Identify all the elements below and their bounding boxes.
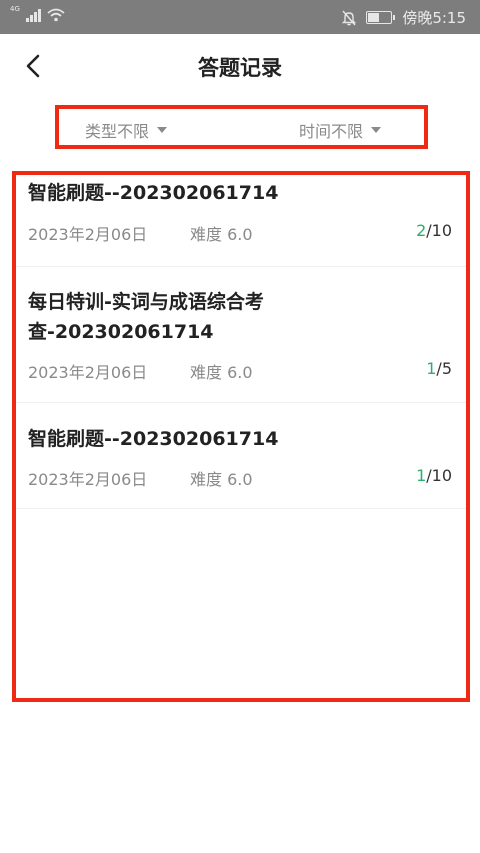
page-title: 答题记录 (198, 56, 282, 80)
record-date: 2023年2月06日 (28, 363, 148, 382)
list-item[interactable]: 智能刷题--202302061714 2023年2月06日 难度 6.0 1/1… (16, 403, 466, 509)
header: 答题记录 (0, 34, 480, 98)
record-title: 智能刷题--202302061714 (28, 424, 446, 454)
record-meta: 2023年2月06日 难度 6.0 1/5 (28, 359, 452, 383)
total-count: /10 (426, 221, 452, 240)
record-title-line: 每日特训-实词与成语综合考 (28, 291, 264, 313)
record-title-line: 查-202302061714 (28, 321, 214, 343)
record-score: 1/10 (416, 466, 452, 485)
record-date: 2023年2月06日 (28, 470, 148, 489)
battery-icon (366, 11, 396, 24)
record-title: 每日特训-实词与成语综合考 查-202302061714 (28, 287, 446, 347)
record-difficulty: 难度 6.0 (190, 470, 253, 489)
wifi-icon (47, 8, 65, 22)
type-filter-label: 类型不限 (85, 122, 150, 141)
correct-count: 2 (416, 221, 427, 240)
filter-bar: 类型不限 时间不限 (55, 105, 428, 149)
record-title: 智能刷题--202302061714 (28, 178, 446, 208)
total-count: /5 (436, 359, 452, 378)
caret-down-icon (157, 127, 168, 133)
network-type: 4G (10, 5, 20, 13)
list-item[interactable]: 每日特训-实词与成语综合考 查-202302061714 2023年2月06日 … (16, 267, 466, 403)
record-date: 2023年2月06日 (28, 225, 148, 244)
record-list: 智能刷题--202302061714 2023年2月06日 难度 6.0 2/1… (12, 171, 470, 702)
record-meta: 2023年2月06日 难度 6.0 1/10 (28, 466, 452, 490)
signal-icon (25, 8, 41, 22)
total-count: /10 (426, 466, 452, 485)
type-filter-dropdown[interactable]: 类型不限 (85, 118, 168, 142)
correct-count: 1 (416, 466, 427, 485)
record-difficulty: 难度 6.0 (190, 225, 253, 244)
time-filter-label: 时间不限 (299, 122, 364, 141)
caret-down-icon (371, 127, 382, 133)
status-right: 傍晚5:15 (342, 7, 466, 28)
clock: 傍晚5:15 (402, 9, 466, 27)
record-score: 1/5 (426, 359, 452, 378)
record-score: 2/10 (416, 221, 452, 240)
record-title-line: 智能刷题--202302061714 (28, 182, 279, 204)
record-title-line: 智能刷题--202302061714 (28, 428, 279, 450)
list-item[interactable]: 智能刷题--202302061714 2023年2月06日 难度 6.0 2/1… (16, 175, 466, 267)
status-bar: 4G 傍晚5:15 (0, 0, 480, 34)
mute-bell-icon (342, 10, 357, 25)
time-filter-dropdown[interactable]: 时间不限 (299, 118, 382, 142)
status-left: 4G (10, 5, 65, 22)
record-meta: 2023年2月06日 难度 6.0 2/10 (28, 221, 452, 245)
record-difficulty: 难度 6.0 (190, 363, 253, 382)
correct-count: 1 (426, 359, 437, 378)
